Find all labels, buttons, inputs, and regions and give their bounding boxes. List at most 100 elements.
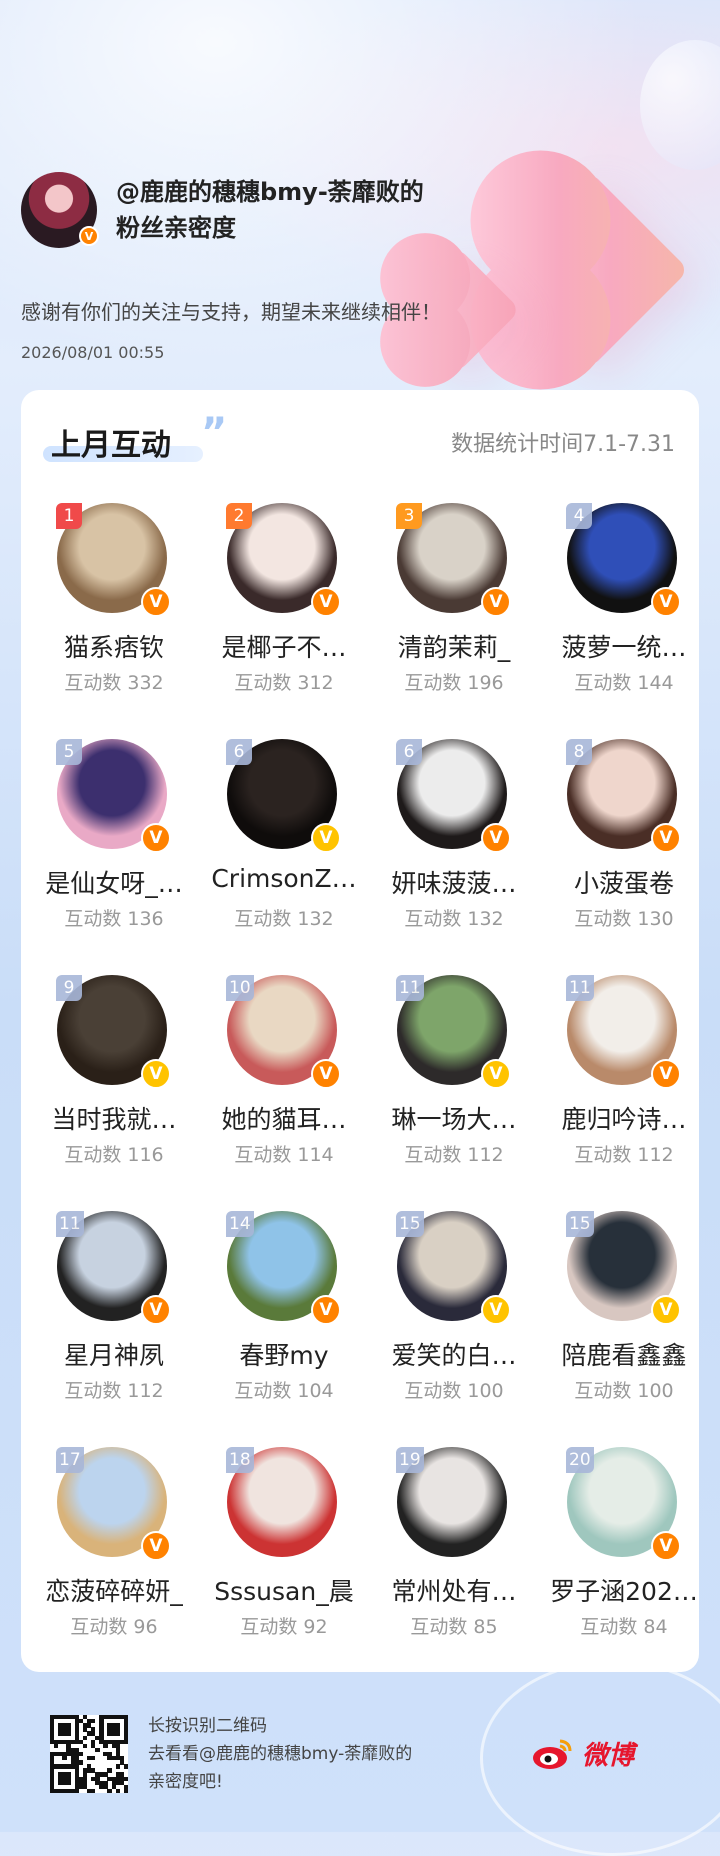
fan-item[interactable]: 11 V 琳一场大… 互动数 112	[369, 975, 539, 1211]
interaction-count: 互动数 144	[574, 672, 674, 694]
fan-name[interactable]: 是椰子不…	[199, 628, 369, 664]
quote-mark-icon: ”	[201, 410, 228, 456]
rank-badge: 20	[566, 1447, 594, 1473]
verified-badge-icon: V	[311, 1059, 341, 1089]
interaction-count: 互动数 130	[574, 908, 674, 930]
verified-badge-icon: V	[651, 587, 681, 617]
fan-name[interactable]: 星月神夙	[29, 1336, 199, 1372]
interaction-count: 互动数 132	[234, 908, 334, 930]
verified-badge-icon: V	[651, 1531, 681, 1561]
verified-badge-icon: V	[651, 1059, 681, 1089]
qr-code-icon[interactable]	[50, 1715, 129, 1794]
fan-item[interactable]: 4 V 菠萝一统… 互动数 144	[539, 503, 709, 739]
page-title: @鹿鹿的穗穗bmy-荼靡败的粉丝亲密度	[116, 178, 424, 242]
interaction-count: 互动数 112	[404, 1144, 504, 1166]
rank-badge: 14	[226, 1211, 254, 1237]
rank-badge: 8	[566, 739, 592, 765]
fan-item[interactable]: 17 V 恋菠碎碎妍_ 互动数 96	[29, 1447, 199, 1683]
interaction-count: 互动数 332	[64, 672, 164, 694]
rank-badge: 6	[396, 739, 422, 765]
footer-line-2: 去看看@鹿鹿的穗穗bmy-荼靡败的	[148, 1744, 413, 1764]
fan-name[interactable]: 清韵茉莉_	[369, 628, 539, 664]
verified-badge-icon: V	[311, 1295, 341, 1325]
fan-item[interactable]: 1 V 猫系痞钦互动数 332	[29, 503, 199, 739]
owner-avatar[interactable]: V	[21, 172, 99, 248]
fan-name[interactable]: 菠萝一统…	[539, 628, 709, 664]
fan-item[interactable]: 3 V 清韵茉莉_ 互动数 196	[369, 503, 539, 739]
fan-name[interactable]: 爱笑的白…	[369, 1336, 539, 1372]
fan-name[interactable]: 春野my	[199, 1336, 369, 1372]
weibo-logo[interactable]: 微博	[530, 1735, 634, 1772]
verified-badge-icon: V	[141, 587, 171, 617]
card-title: 上月互动	[51, 428, 171, 463]
fan-name[interactable]: 是仙女呀_…	[29, 864, 199, 900]
fan-item[interactable]: 2 V 是椰子不… 互动数 312	[199, 503, 369, 739]
fan-name[interactable]: 鹿归吟诗…	[539, 1100, 709, 1136]
fan-item[interactable]: 11 V 星月神夙 互动数 112	[29, 1211, 199, 1447]
rank-badge: 11	[56, 1211, 84, 1237]
fan-name[interactable]: 陪鹿看鑫鑫	[539, 1336, 709, 1372]
interaction-count: 互动数 136	[64, 908, 164, 930]
fan-item[interactable]: 9 V 当时我就… 互动数 116	[29, 975, 199, 1211]
fan-item[interactable]: 20 V 罗子涵202… 互动数 84	[539, 1447, 709, 1683]
fan-name[interactable]: 妍味菠菠…	[369, 864, 539, 900]
rank-badge: 11	[566, 975, 594, 1001]
verified-badge-icon: V	[141, 823, 171, 853]
fan-item[interactable]: 11 V 鹿归吟诗… 互动数 112	[539, 975, 709, 1211]
interaction-count: 互动数 114	[234, 1144, 334, 1166]
interaction-count: 互动数 196	[404, 672, 504, 694]
interaction-count: 互动数 85	[410, 1616, 498, 1638]
thanks-message: 感谢有你们的关注与支持，期望未来继续相伴！	[21, 300, 441, 324]
rank-badge: 19	[396, 1447, 424, 1473]
fan-item[interactable]: 15 V 爱笑的白… 互动数 100	[369, 1211, 539, 1447]
verified-badge-icon: V	[481, 587, 511, 617]
generated-timestamp: 2026/08/01 00:55	[21, 343, 165, 362]
fan-item[interactable]: 8 V 小菠蛋卷互动数 130	[539, 739, 709, 975]
fan-item[interactable]: 14 V 春野my 互动数 104	[199, 1211, 369, 1447]
fan-name[interactable]: 猫系痞钦	[29, 628, 199, 664]
verified-badge-icon: V	[141, 1295, 171, 1325]
fan-item[interactable]: 6 V CrimsonZ… 互动数 132	[199, 739, 369, 975]
interaction-count: 互动数 92	[240, 1616, 328, 1638]
rank-badge: 4	[566, 503, 592, 529]
interaction-count: 互动数 84	[580, 1616, 668, 1638]
rank-badge: 1	[56, 503, 82, 529]
fan-item[interactable]: 6 V 妍味菠菠… 互动数 132	[369, 739, 539, 975]
rank-badge: 11	[396, 975, 424, 1001]
fan-item[interactable]: 19 常州处有… 互动数 85	[369, 1447, 539, 1683]
verified-badge-icon: V	[481, 1059, 511, 1089]
fan-name[interactable]: 恋菠碎碎妍_	[29, 1572, 199, 1608]
fan-name[interactable]: 罗子涵202…	[539, 1572, 709, 1608]
footer-line-3: 亲密度吧!	[148, 1772, 223, 1792]
fan-name[interactable]: Sssusan_晨	[199, 1572, 369, 1608]
rank-badge: 15	[396, 1211, 424, 1237]
rank-badge: 6	[226, 739, 252, 765]
rank-badge: 15	[566, 1211, 594, 1237]
interaction-count: 互动数 104	[234, 1380, 334, 1402]
verified-badge-icon: V	[651, 823, 681, 853]
verified-badge-icon: V	[651, 1295, 681, 1325]
rank-badge: 2	[226, 503, 252, 529]
interaction-count: 互动数 312	[234, 672, 334, 694]
verified-badge-icon: V	[141, 1059, 171, 1089]
rank-badge: 3	[396, 503, 422, 529]
fan-item[interactable]: 18 Sssusan_晨互动数 92	[199, 1447, 369, 1683]
fan-name[interactable]: 当时我就…	[29, 1100, 199, 1136]
fan-item[interactable]: 10 V 她的貓耳… 互动数 114	[199, 975, 369, 1211]
fan-name[interactable]: 小菠蛋卷	[539, 864, 709, 900]
fan-name[interactable]: 她的貓耳…	[199, 1100, 369, 1136]
monthly-interaction-card: ” 上月互动 数据统计时间7.1-7.31 1 V 猫系痞钦互动数 332 2 V 是椰子…	[21, 390, 699, 1672]
statistics-period: 数据统计时间7.1-7.31	[451, 432, 675, 457]
interaction-count: 互动数 132	[404, 908, 504, 930]
fan-name[interactable]: 常州处有…	[369, 1572, 539, 1608]
rank-badge: 18	[226, 1447, 254, 1473]
fan-name[interactable]: 琳一场大…	[369, 1100, 539, 1136]
fan-item[interactable]: 15 V 陪鹿看鑫鑫 互动数 100	[539, 1211, 709, 1447]
rank-badge: 17	[56, 1447, 84, 1473]
weibo-logo-icon	[533, 1739, 572, 1769]
footer-instructions: 长按识别二维码 去看看@鹿鹿的穗穗bmy-荼靡败的 亲密度吧!	[148, 1712, 468, 1796]
rank-badge: 5	[56, 739, 82, 765]
fan-item[interactable]: 5 V 是仙女呀_… 互动数 136	[29, 739, 199, 975]
fan-name[interactable]: CrimsonZ…	[199, 864, 369, 893]
verified-badge-icon: V	[311, 587, 341, 617]
